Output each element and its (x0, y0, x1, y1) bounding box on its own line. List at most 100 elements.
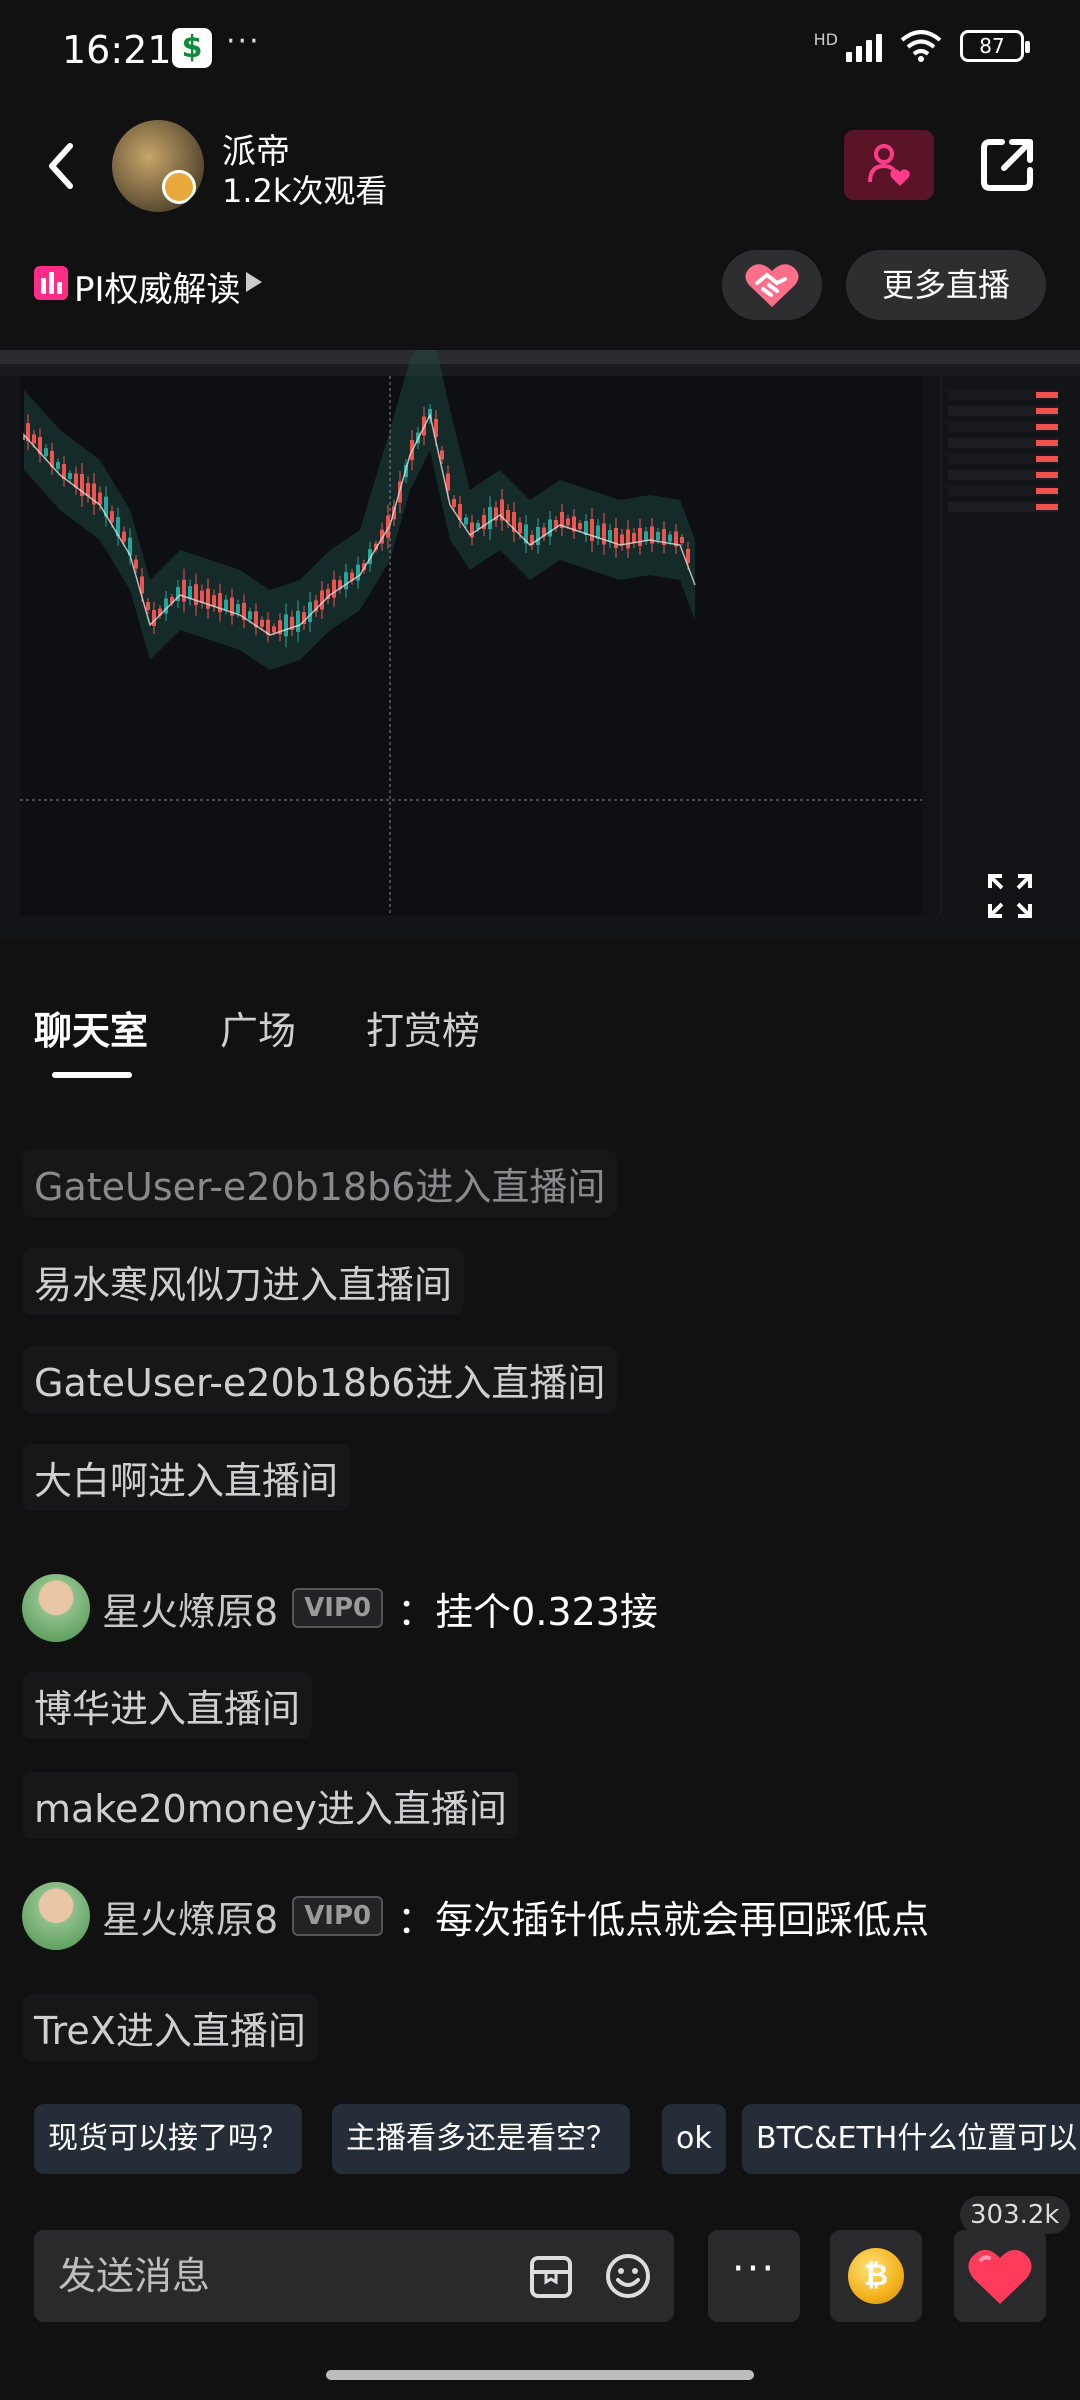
avatar[interactable] (22, 1882, 90, 1950)
candle-body (644, 531, 648, 541)
message-input-box[interactable] (34, 2230, 674, 2322)
candle-body (320, 590, 324, 610)
watchlist-change (1036, 392, 1058, 398)
vip-badge: VIP0 (292, 1896, 384, 1936)
candle-body (578, 523, 582, 529)
fullscreen-button[interactable] (986, 872, 1034, 920)
quick-reply-chip[interactable]: BTC&ETH什么位置可以 (742, 2104, 1080, 2174)
system-message: 大白啊进入直播间 (22, 1444, 351, 1511)
host-avatar[interactable] (112, 120, 204, 212)
candle-body (680, 537, 684, 543)
candle-body (206, 588, 210, 609)
chat-message-text: ：每次插针低点就会再回踩低点 (397, 1897, 930, 1942)
chat-username[interactable]: 星火燎原8 (102, 1581, 278, 1636)
candle-body (452, 499, 456, 507)
list-item: 星火燎原8 VIP0 ：每次插针低点就会再回踩低点 (22, 1882, 929, 1950)
candle-body (248, 611, 252, 620)
home-indicator (326, 2370, 754, 2380)
quick-reply-chip[interactable]: 现货可以接了吗？ (34, 2104, 302, 2174)
list-item: make20money进入直播间 (22, 1772, 519, 1839)
candle-body (272, 626, 276, 633)
watchlist-change (1036, 488, 1058, 494)
share-button[interactable] (976, 134, 1038, 196)
status-more-dots: ··· (226, 24, 261, 59)
watchlist-change (1036, 472, 1058, 478)
topic-label[interactable]: PI权威解读 (74, 262, 241, 311)
system-message: GateUser-e20b18b6进入直播间 (22, 1346, 618, 1413)
list-item: 大白啊进入直播间 (22, 1444, 351, 1511)
list-item: 星火燎原8 VIP0 ：挂个0.323接 (22, 1574, 658, 1642)
candle-body (152, 610, 156, 626)
chat-username[interactable]: 星火燎原8 (102, 1889, 278, 1944)
candle-body (548, 519, 552, 537)
watchlist-change (1036, 456, 1058, 462)
emoji-icon[interactable] (604, 2252, 652, 2300)
back-button[interactable] (40, 140, 84, 192)
candle-body (260, 619, 264, 627)
quick-reply-chip[interactable]: ok (662, 2104, 726, 2174)
candle-body (200, 590, 204, 603)
list-item: 易水寒风似刀进入直播间 (22, 1248, 465, 1315)
system-message: GateUser-e20b18b6进入直播间 (22, 1150, 618, 1217)
watchlist-change (1036, 408, 1058, 414)
more-options-button[interactable]: ··· (708, 2230, 800, 2322)
candle-body (296, 610, 300, 632)
system-message: make20money进入直播间 (22, 1772, 519, 1839)
candle-body (602, 523, 606, 545)
candle-body (632, 533, 636, 543)
handshake-button[interactable] (722, 250, 822, 320)
candle-body (590, 519, 594, 541)
message-input[interactable] (58, 2230, 518, 2322)
play-arrow-icon (246, 272, 262, 292)
candle-body (68, 473, 72, 479)
candle-body (518, 522, 522, 534)
system-message: 易水寒风似刀进入直播间 (22, 1248, 465, 1315)
live-video-stream[interactable] (0, 350, 1080, 938)
candle-body (356, 564, 360, 581)
candle-body (134, 559, 138, 569)
handshake-icon (745, 264, 799, 307)
candle-body (656, 532, 660, 540)
candle-body (668, 534, 672, 542)
candle-body (182, 579, 186, 602)
more-live-button[interactable]: 更多直播 (846, 250, 1046, 320)
sticker-icon[interactable] (528, 2254, 574, 2300)
fullscreen-icon (988, 874, 1032, 918)
candle-body (284, 614, 288, 637)
candle-body (44, 448, 48, 457)
follow-heart-icon (868, 144, 910, 186)
candle-body (332, 579, 336, 598)
coin-gift-button[interactable]: ₿ (830, 2230, 922, 2322)
system-message: 博华进入直播间 (22, 1672, 313, 1739)
tab-square[interactable]: 广场 (220, 1000, 296, 1055)
candle-body (122, 531, 126, 542)
wifi-icon (900, 30, 942, 62)
like-count-badge: 303.2k (960, 2196, 1070, 2234)
system-message: TreX进入直播间 (22, 1994, 318, 2061)
candle-body (464, 517, 468, 525)
tab-reward-rank[interactable]: 打赏榜 (366, 1000, 480, 1055)
bottom-bar: ··· ₿ (0, 2230, 1080, 2322)
candle-body (344, 572, 348, 590)
app-notification-icon: $ (172, 28, 212, 68)
coin-icon: ₿ (848, 2248, 904, 2304)
list-item: GateUser-e20b18b6进入直播间 (22, 1346, 618, 1413)
follow-button[interactable] (844, 130, 934, 200)
back-arrow-icon (49, 143, 73, 189)
list-item: GateUser-e20b18b6进入直播间 (22, 1150, 618, 1217)
vip-badge: VIP0 (292, 1588, 384, 1628)
status-right: HD 87 (813, 30, 1030, 62)
candle-body (194, 584, 198, 606)
quick-reply-chip[interactable]: 主播看多还是看空？ (332, 2104, 630, 2174)
network-hd-label: HD (813, 30, 838, 49)
candle-body (98, 492, 102, 505)
like-button[interactable] (954, 2230, 1046, 2322)
room-tabs: 聊天室 广场 打赏榜 (0, 1000, 1080, 1090)
candle-body (224, 599, 228, 610)
candle-body (638, 528, 642, 546)
avatar[interactable] (22, 1574, 90, 1642)
tab-chatroom[interactable]: 聊天室 (34, 1000, 148, 1055)
subheader: PI权威解读 更多直播 (0, 250, 1080, 320)
candle-body (536, 527, 540, 545)
candle-body (608, 530, 612, 542)
